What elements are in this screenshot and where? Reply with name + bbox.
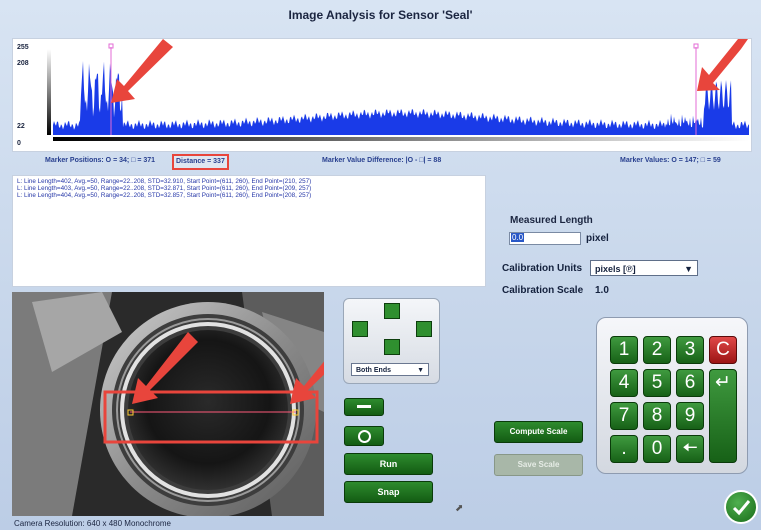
backspace-icon: 🠄 — [682, 438, 698, 459]
camera-image — [12, 292, 324, 516]
calibration-scale-label: Calibration Scale — [502, 285, 584, 296]
log-line: L: Line Length=404, Avg.=50, Range=22..2… — [17, 192, 312, 199]
grayscale-strip — [47, 49, 51, 135]
ok-check-button[interactable] — [724, 490, 758, 524]
chevron-down-icon: ▼ — [684, 264, 693, 274]
key-2[interactable]: 2 — [643, 336, 671, 364]
measured-length-input[interactable]: 0.0 — [509, 232, 581, 245]
key-decimal[interactable]: . — [610, 435, 638, 463]
histogram-chart[interactable] — [13, 39, 751, 151]
window-title: Image Analysis for Sensor 'Seal' — [288, 8, 473, 22]
intensity-scale — [53, 137, 749, 141]
histogram-panel: 255 208 22 0 — [12, 38, 752, 152]
key-0[interactable]: 0 — [643, 435, 671, 463]
key-7[interactable]: 7 — [610, 402, 638, 430]
annotation-arrow — [111, 39, 173, 103]
y-tick-255: 255 — [17, 44, 29, 51]
numeric-keypad: 1 2 3 C 4 5 6 ↵ 7 8 9 . 0 🠄 — [596, 317, 748, 474]
arrow-up-button[interactable] — [384, 303, 400, 319]
histogram-bars — [53, 61, 749, 135]
key-8[interactable]: 8 — [643, 402, 671, 430]
key-6[interactable]: 6 — [676, 369, 704, 397]
marker-positions: Marker Positions: O = 34; □ = 371 — [45, 157, 156, 164]
measured-length-value: 0.0 — [511, 233, 525, 242]
ends-select-value: Both Ends — [356, 367, 391, 374]
mouse-cursor-icon: ⬈ — [455, 503, 464, 514]
circle-tool-button[interactable] — [344, 426, 384, 446]
y-tick-22: 22 — [17, 123, 25, 130]
ends-select[interactable]: Both Ends ▼ — [351, 363, 429, 376]
marker-value-difference: Marker Value Difference: |O - □| = 88 — [322, 157, 442, 164]
enter-icon: ↵ — [715, 372, 731, 393]
key-9[interactable]: 9 — [676, 402, 704, 430]
key-5[interactable]: 5 — [643, 369, 671, 397]
y-tick-0: 0 — [17, 140, 21, 147]
camera-view[interactable] — [12, 292, 324, 516]
marker-values: Marker Values: O = 147; □ = 59 — [620, 157, 721, 164]
backspace-key[interactable]: 🠄 — [676, 435, 704, 463]
log-line: L: Line Length=402, Avg.=50, Range=22..2… — [17, 178, 312, 185]
calibration-scale-value: 1.0 — [595, 285, 609, 296]
arrow-down-button[interactable] — [384, 339, 400, 355]
measured-length-unit: pixel — [586, 233, 609, 244]
calibration-units-label: Calibration Units — [502, 263, 583, 274]
run-button[interactable]: Run — [344, 453, 433, 475]
calibration-units-value: pixels [℗] — [595, 264, 636, 274]
marker-info-bar: Marker Positions: O = 34; □ = 371 Distan… — [12, 154, 750, 170]
clear-key[interactable]: C — [709, 336, 737, 364]
arrow-right-button[interactable] — [416, 321, 432, 337]
log-line: L: Line Length=403, Avg.=50, Range=22..2… — [17, 185, 312, 192]
key-4[interactable]: 4 — [610, 369, 638, 397]
snap-button[interactable]: Snap — [344, 481, 433, 503]
arrow-left-button[interactable] — [352, 321, 368, 337]
circle-icon — [357, 430, 371, 443]
key-3[interactable]: 3 — [676, 336, 704, 364]
line-tool-button[interactable] — [344, 398, 384, 416]
compute-scale-button[interactable]: Compute Scale — [494, 421, 583, 443]
key-1[interactable]: 1 — [610, 336, 638, 364]
enter-key[interactable]: ↵ — [709, 369, 737, 463]
line-icon — [357, 405, 371, 408]
annotation-arrow — [697, 39, 748, 91]
marker-distance: Distance = 337 — [172, 154, 229, 170]
calibration-units-select[interactable]: pixels [℗] ▼ — [590, 260, 698, 276]
camera-resolution: Camera Resolution: 640 x 480 Monochrome — [14, 519, 171, 528]
measurement-log[interactable]: L: Line Length=402, Avg.=50, Range=22..2… — [12, 175, 486, 287]
measured-length-label: Measured Length — [510, 215, 593, 226]
chevron-down-icon: ▼ — [417, 367, 424, 374]
check-icon — [732, 500, 751, 516]
y-tick-208: 208 — [17, 60, 29, 67]
save-scale-button[interactable]: Save Scale — [494, 454, 583, 476]
